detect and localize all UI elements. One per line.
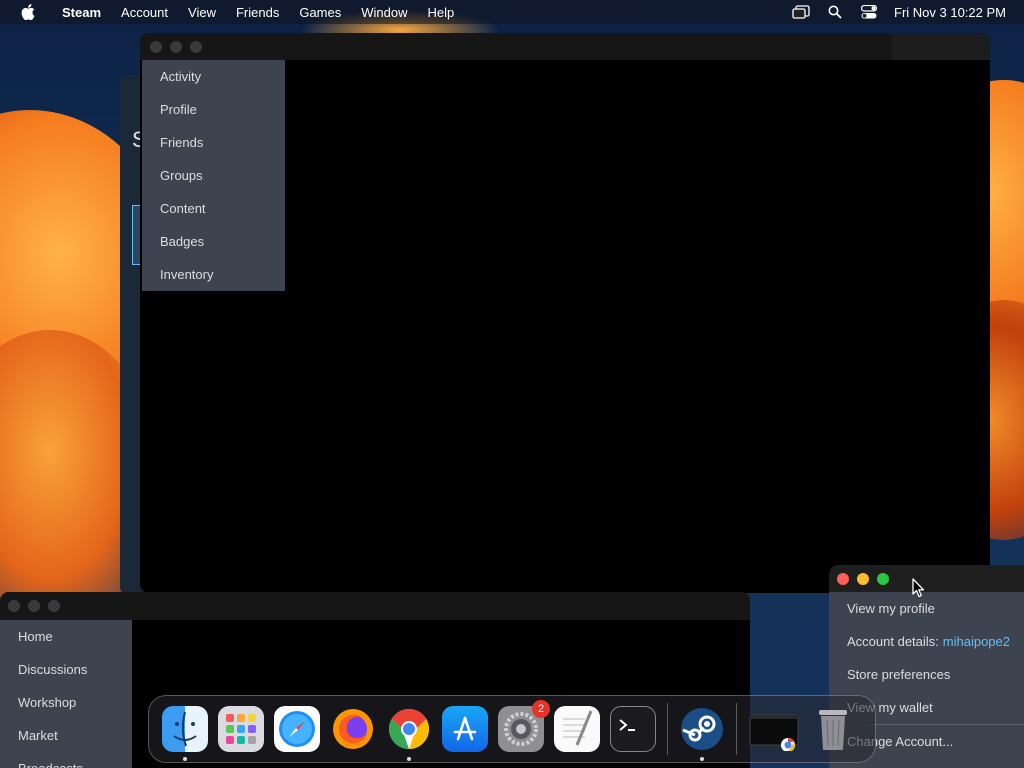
finder-icon[interactable] xyxy=(162,706,208,761)
community-nav-menu: Home Discussions Workshop Market Broadca… xyxy=(0,620,132,768)
window-controls xyxy=(837,572,889,585)
control-center-icon[interactable] xyxy=(860,4,878,20)
running-indicator xyxy=(407,757,411,761)
minimize-button[interactable] xyxy=(857,572,869,585)
menu-item-profile[interactable]: Profile xyxy=(142,93,285,126)
trash-icon[interactable] xyxy=(810,706,856,752)
steam-icon[interactable] xyxy=(679,706,725,761)
dock-divider xyxy=(667,703,668,755)
apple-menu-icon[interactable] xyxy=(18,2,38,22)
menu-steam[interactable]: Steam xyxy=(52,5,111,20)
menu-friends[interactable]: Friends xyxy=(226,5,289,20)
menu-account[interactable]: Account xyxy=(111,5,178,20)
terminal-icon[interactable] xyxy=(610,706,656,752)
menu-item-content[interactable]: Content xyxy=(142,192,285,225)
nav-item-broadcasts[interactable]: Broadcasts xyxy=(0,752,132,768)
profile-dropdown-menu: Activity Profile Friends Groups Content … xyxy=(142,60,285,291)
window-titlebar[interactable] xyxy=(140,33,990,60)
dock-divider xyxy=(736,703,737,755)
system-settings-icon[interactable]: 2 xyxy=(498,700,550,752)
account-username[interactable]: mihaipope2 xyxy=(943,634,1010,649)
menu-item-inventory[interactable]: Inventory xyxy=(142,258,285,291)
spotlight-search-icon[interactable] xyxy=(826,4,844,20)
close-button[interactable] xyxy=(8,600,20,612)
menu-view[interactable]: View xyxy=(178,5,226,20)
dock: 2 xyxy=(148,695,876,763)
menu-item-activity[interactable]: Activity xyxy=(142,60,285,93)
menu-bar: Steam Account View Friends Games Window … xyxy=(0,0,1024,24)
window-titlebar[interactable] xyxy=(0,592,750,620)
menu-item-groups[interactable]: Groups xyxy=(142,159,285,192)
zoom-button[interactable] xyxy=(877,572,889,585)
firefox-icon[interactable] xyxy=(330,706,376,752)
store-preferences-item[interactable]: Store preferences xyxy=(829,658,1024,691)
account-details-item[interactable]: Account details: mihaipope2 xyxy=(829,625,1024,658)
screen-mirroring-icon[interactable] xyxy=(792,4,810,20)
menu-item-friends[interactable]: Friends xyxy=(142,126,285,159)
chrome-icon[interactable] xyxy=(386,706,432,761)
window-controls xyxy=(150,40,202,53)
minimize-button[interactable] xyxy=(170,40,182,53)
nav-item-discussions[interactable]: Discussions xyxy=(0,653,132,686)
window-titlebar[interactable] xyxy=(829,565,1024,592)
launchpad-icon[interactable] xyxy=(218,706,264,752)
running-indicator xyxy=(183,757,187,761)
textedit-icon[interactable] xyxy=(554,706,600,752)
menu-bar-clock[interactable]: Fri Nov 3 10:22 PM xyxy=(894,5,1006,20)
app-store-icon[interactable] xyxy=(442,706,488,752)
account-details-label: Account details: xyxy=(847,634,939,649)
menu-item-badges[interactable]: Badges xyxy=(142,225,285,258)
mouse-cursor-icon xyxy=(912,578,926,603)
view-profile-item[interactable]: View my profile xyxy=(829,592,1024,625)
zoom-button[interactable] xyxy=(190,40,202,53)
nav-item-market[interactable]: Market xyxy=(0,719,132,752)
nav-item-workshop[interactable]: Workshop xyxy=(0,686,132,719)
minimize-button[interactable] xyxy=(28,600,40,612)
notification-badge: 2 xyxy=(532,700,550,718)
menu-games[interactable]: Games xyxy=(289,5,351,20)
window-controls xyxy=(8,600,60,612)
close-button[interactable] xyxy=(837,572,849,585)
running-indicator xyxy=(700,757,704,761)
close-button[interactable] xyxy=(150,40,162,53)
nav-item-home[interactable]: Home xyxy=(0,620,132,653)
safari-icon[interactable] xyxy=(274,706,320,752)
menu-window[interactable]: Window xyxy=(351,5,417,20)
window-titlebar-extension xyxy=(892,33,990,60)
chrome-window-thumbnail[interactable] xyxy=(748,706,800,752)
zoom-button[interactable] xyxy=(48,600,60,612)
menu-help[interactable]: Help xyxy=(417,5,464,20)
